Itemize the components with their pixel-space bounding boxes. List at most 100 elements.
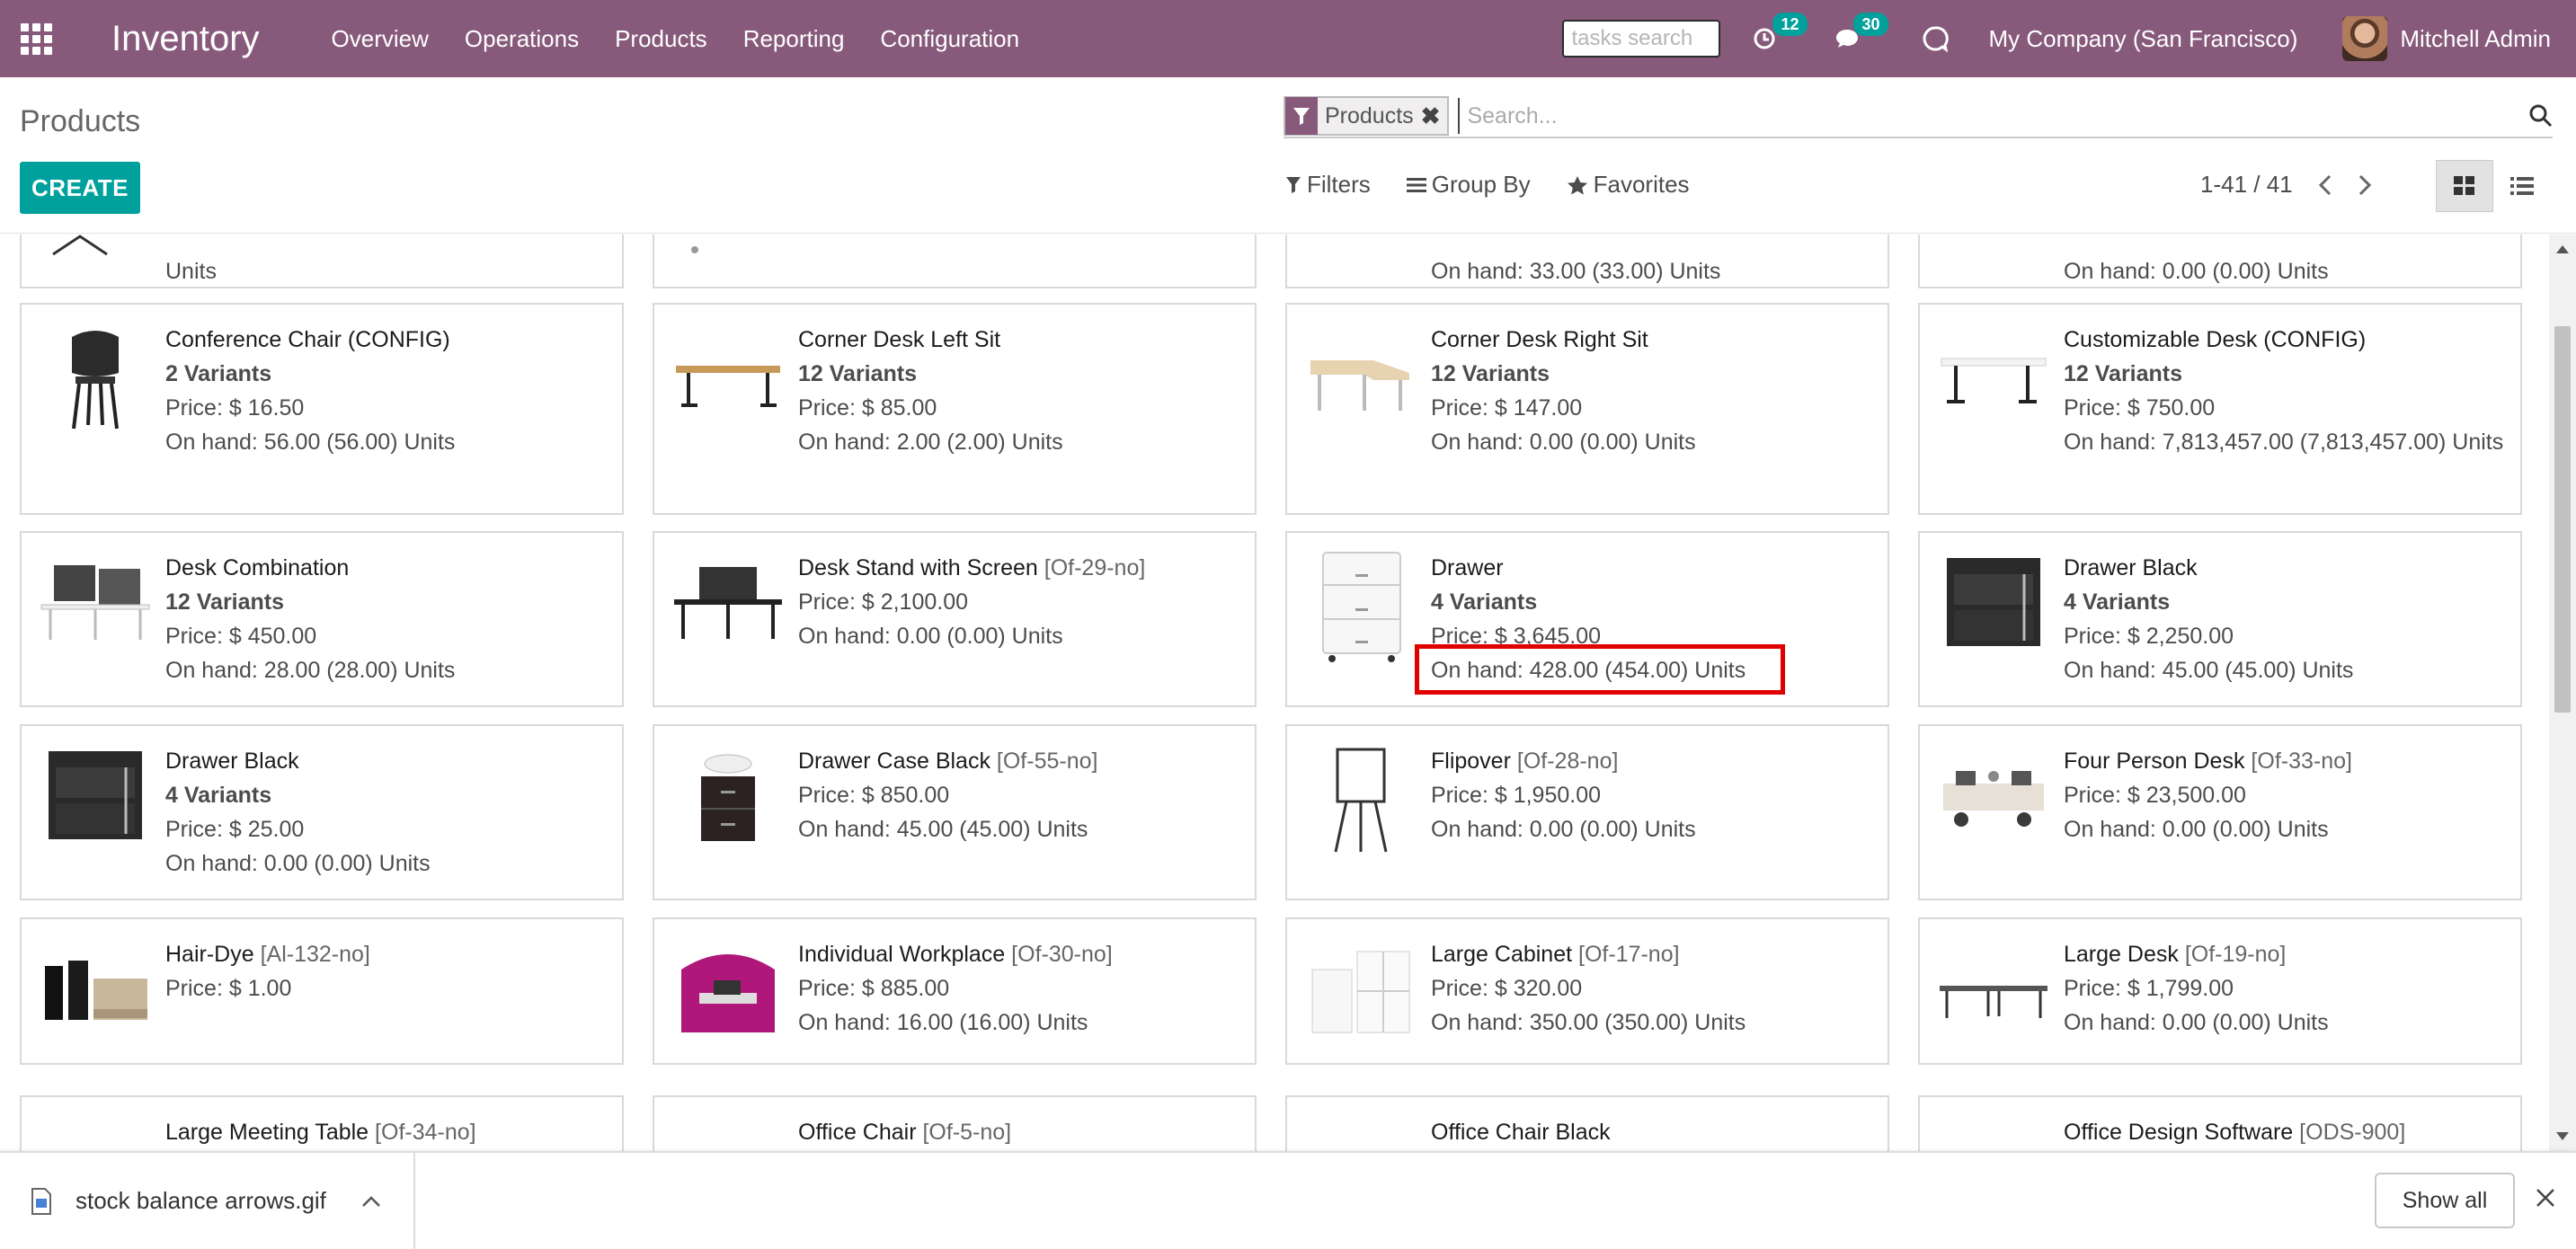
scroll-down-icon[interactable] bbox=[2556, 1132, 2569, 1140]
product-price: Price: $ 147.00 bbox=[1431, 395, 1583, 421]
product-variants: 2 Variants bbox=[165, 361, 272, 386]
kanban-view-icon[interactable] bbox=[2436, 160, 2493, 212]
product-price: Price: $ 25.00 bbox=[165, 817, 305, 842]
product-name: Individual Workplace bbox=[798, 942, 1006, 967]
product-info: Drawer 4 Variants Price: $ 3,645.00 On hand… bbox=[1431, 551, 1877, 687]
tasks-search-input[interactable] bbox=[1562, 20, 1721, 58]
product-price: Price: $ 2,250.00 bbox=[2064, 624, 2234, 649]
filters-dropdown[interactable]: Filters bbox=[1285, 171, 1371, 199]
product-title: Four Person Desk [Of-33-no] bbox=[2064, 744, 2509, 778]
product-card[interactable]: Drawer Black 4 Variants Price: $ 2,250.00 O… bbox=[1918, 531, 2522, 707]
messages-button[interactable]: 30 bbox=[1834, 13, 1888, 50]
product-card[interactable]: Office Design Software [ODS-900]Price: $… bbox=[1918, 1095, 2522, 1151]
product-info: Hair-Dye [Al-132-no] Price: $ 1.00 bbox=[165, 937, 611, 1005]
activity-button[interactable]: 12 bbox=[1753, 13, 1808, 50]
show-all-button[interactable]: Show all bbox=[2375, 1173, 2515, 1228]
create-button[interactable]: CREATE bbox=[20, 162, 140, 214]
product-card[interactable]: Office Chair [Of-5-no]Price: $ 70.00 bbox=[653, 1095, 1257, 1151]
voip-button[interactable] bbox=[1922, 25, 1950, 52]
product-onhand: On hand: 56.00 (56.00) Units bbox=[165, 430, 456, 455]
product-title: Hair-Dye [Al-132-no] bbox=[165, 937, 611, 971]
product-card[interactable]: Drawer Case Black [Of-55-no] Price: $ 850… bbox=[653, 724, 1257, 900]
product-reference: [Of-29-no] bbox=[1044, 555, 1146, 580]
kanban-card-partial[interactable]: On hand: 33.00 (33.00) Units bbox=[1285, 235, 1889, 288]
product-card[interactable]: Large Desk [Of-19-no] Price: $ 1,799.00 On… bbox=[1918, 917, 2522, 1065]
menu-configuration[interactable]: Configuration bbox=[862, 25, 1037, 53]
activity-badge: 12 bbox=[1772, 13, 1808, 36]
product-title: Office Chair Black bbox=[1431, 1115, 1877, 1149]
close-icon[interactable] bbox=[2535, 1187, 2556, 1209]
product-info: Drawer Black 4 Variants Price: $ 25.00 On h… bbox=[165, 744, 611, 881]
product-price: Price: $ 320.00 bbox=[1431, 976, 1583, 1001]
product-onhand: On hand: 45.00 (45.00) Units bbox=[2064, 658, 2354, 683]
kanban-card-partial[interactable] bbox=[653, 235, 1257, 288]
product-onhand: On hand: 0.00 (0.00) Units bbox=[2064, 817, 2329, 842]
product-variants: 12 Variants bbox=[798, 361, 918, 386]
menu-operations[interactable]: Operations bbox=[447, 25, 597, 53]
product-title: Drawer Black bbox=[2064, 551, 2509, 585]
product-image-icon bbox=[40, 565, 150, 640]
scrollbar[interactable] bbox=[2549, 235, 2576, 1151]
scroll-thumb[interactable] bbox=[2554, 326, 2571, 713]
product-card[interactable]: Hair-Dye [Al-132-no] Price: $ 1.00 bbox=[20, 917, 624, 1065]
kanban-card-partial[interactable]: On hand: 0.00 (0.00) Units bbox=[1918, 235, 2522, 288]
product-card[interactable]: Desk Combination 12 Variants Price: $ 450.… bbox=[20, 531, 624, 707]
product-reference: [Of-19-no] bbox=[2184, 942, 2287, 967]
user-menu[interactable]: Mitchell Admin bbox=[2400, 25, 2551, 53]
pager-next-icon[interactable] bbox=[2358, 174, 2372, 196]
product-title: Drawer bbox=[1431, 551, 1877, 585]
product-onhand: On hand: 0.00 (0.00) Units bbox=[165, 851, 431, 876]
product-card[interactable]: Individual Workplace [Of-30-no] Price: $ … bbox=[653, 917, 1257, 1065]
chevron-up-icon[interactable] bbox=[361, 1195, 381, 1208]
product-card[interactable]: Corner Desk Right Sit 12 Variants Price: $… bbox=[1285, 303, 1889, 515]
product-info: Large Desk [Of-19-no] Price: $ 1,799.00 On… bbox=[2064, 937, 2509, 1040]
favorites-dropdown[interactable]: Favorites bbox=[1567, 171, 1690, 199]
product-name: Corner Desk Right Sit bbox=[1431, 327, 1648, 352]
product-onhand: On hand: 0.00 (0.00) Units bbox=[2064, 1010, 2329, 1035]
pager-value[interactable]: 1-41 / 41 bbox=[2200, 171, 2293, 199]
pager-previous-icon[interactable] bbox=[2318, 174, 2332, 196]
product-info: Large Cabinet [Of-17-no] Price: $ 320.00 O… bbox=[1431, 937, 1877, 1040]
scroll-up-icon[interactable] bbox=[2556, 245, 2569, 253]
product-card[interactable]: Large Meeting Table [Of-34-no]Price: $ 4… bbox=[20, 1095, 624, 1151]
list-view-icon[interactable] bbox=[2493, 160, 2551, 212]
kanban-card-partial[interactable]: Units bbox=[20, 235, 624, 288]
product-reference: [Of-30-no] bbox=[1011, 942, 1113, 967]
app-brand[interactable]: Inventory bbox=[111, 19, 260, 59]
top-navbar: Inventory Overview Operations Products R… bbox=[0, 0, 2576, 77]
product-onhand: On hand: 2.00 (2.00) Units bbox=[798, 430, 1063, 455]
download-item[interactable]: stock balance arrows.gif bbox=[0, 1153, 415, 1249]
product-card[interactable]: Drawer 4 Variants Price: $ 3,645.00 On hand… bbox=[1285, 531, 1889, 707]
product-title: Corner Desk Left Sit bbox=[798, 323, 1244, 357]
product-variants: 12 Variants bbox=[165, 589, 285, 615]
product-onhand: On hand: 28.00 (28.00) Units bbox=[165, 658, 456, 683]
facet-remove-icon[interactable]: ✖ bbox=[1421, 102, 1448, 130]
menu-products[interactable]: Products bbox=[597, 25, 725, 53]
product-card[interactable]: Conference Chair (CONFIG) 2 Variants Price… bbox=[20, 303, 624, 515]
app-menu-icon[interactable] bbox=[0, 0, 72, 77]
product-reference: [Of-17-no] bbox=[1578, 942, 1680, 967]
product-card[interactable]: Flipover [Of-28-no] Price: $ 1,950.00 On h… bbox=[1285, 724, 1889, 900]
bars-icon bbox=[1406, 177, 1426, 192]
product-title: Corner Desk Right Sit bbox=[1431, 323, 1877, 357]
product-card[interactable]: Four Person Desk [Of-33-no] Price: $ 23,5… bbox=[1918, 724, 2522, 900]
product-card[interactable]: Drawer Black 4 Variants Price: $ 25.00 On h… bbox=[20, 724, 624, 900]
product-card[interactable]: Corner Desk Left Sit 12 Variants Price: $ … bbox=[653, 303, 1257, 515]
product-name: Flipover bbox=[1431, 749, 1511, 774]
search-input[interactable] bbox=[1458, 98, 2520, 134]
product-onhand: On hand: 0.00 (0.00) Units bbox=[798, 624, 1063, 649]
user-avatar[interactable] bbox=[2342, 16, 2388, 61]
menu-reporting[interactable]: Reporting bbox=[725, 25, 863, 53]
product-image-icon bbox=[1941, 358, 2047, 403]
product-card[interactable]: Desk Stand with Screen [Of-29-no] Price: … bbox=[653, 531, 1257, 707]
product-info: Large Meeting Table [Of-34-no]Price: $ 4… bbox=[165, 1115, 611, 1151]
search-icon[interactable] bbox=[2520, 104, 2553, 128]
product-image-icon bbox=[691, 246, 698, 253]
product-card[interactable]: Office Chair Black4 Variants bbox=[1285, 1095, 1889, 1151]
product-card[interactable]: Large Cabinet [Of-17-no] Price: $ 320.00 O… bbox=[1285, 917, 1889, 1065]
product-price: Price: $ 1,799.00 bbox=[2064, 976, 2234, 1001]
product-card[interactable]: Customizable Desk (CONFIG) 12 Variants Pri… bbox=[1918, 303, 2522, 515]
menu-overview[interactable]: Overview bbox=[314, 25, 447, 53]
company-switcher[interactable]: My Company (San Francisco) bbox=[1988, 25, 2297, 53]
groupby-dropdown[interactable]: Group By bbox=[1406, 171, 1531, 199]
